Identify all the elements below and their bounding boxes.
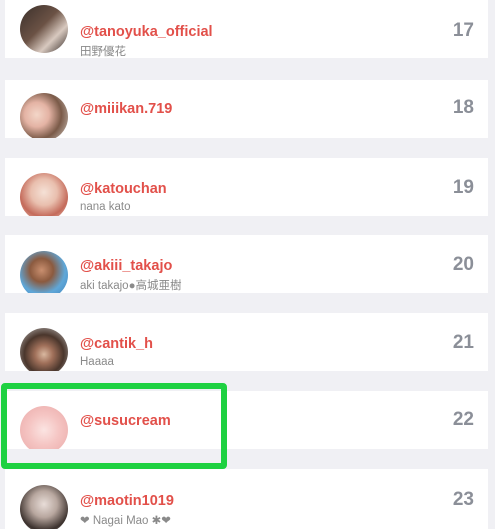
rank-number: 18 bbox=[452, 97, 474, 118]
list-item-20[interactable]: @akiii_takajo aki takajo●高城亜樹 20 bbox=[5, 235, 488, 293]
user-display-name: ❤ Nagai Mao ✱❤ bbox=[80, 515, 171, 527]
list-item-19[interactable]: @katouchan nana kato 19 bbox=[5, 158, 488, 216]
user-display-name: Haaaa bbox=[80, 356, 114, 368]
list-item-22[interactable]: @susucream 22 bbox=[5, 391, 488, 449]
user-handle[interactable]: @akiii_takajo bbox=[80, 258, 172, 274]
list-item-18[interactable]: @miiikan.719 18 bbox=[5, 80, 488, 138]
user-display-name: aki takajo●高城亜樹 bbox=[80, 280, 182, 292]
avatar bbox=[20, 5, 68, 53]
list-item-23[interactable]: @maotin1019 ❤ Nagai Mao ✱❤ 23 bbox=[5, 469, 488, 529]
avatar bbox=[20, 93, 68, 138]
avatar bbox=[20, 485, 68, 529]
user-handle[interactable]: @tanoyuka_official bbox=[80, 24, 213, 40]
user-handle[interactable]: @katouchan bbox=[80, 181, 167, 197]
user-handle[interactable]: @maotin1019 bbox=[80, 493, 174, 509]
user-handle[interactable]: @cantik_h bbox=[80, 336, 153, 352]
list-item-21[interactable]: @cantik_h Haaaa 21 bbox=[5, 313, 488, 371]
list-item-17[interactable]: @tanoyuka_official 田野優花 17 bbox=[5, 0, 488, 58]
rank-number: 17 bbox=[452, 20, 474, 41]
avatar bbox=[20, 406, 68, 449]
user-display-name: nana kato bbox=[80, 201, 131, 213]
avatar bbox=[20, 173, 68, 216]
rank-number: 22 bbox=[452, 409, 474, 430]
user-handle[interactable]: @miiikan.719 bbox=[80, 101, 172, 117]
rank-number: 20 bbox=[452, 254, 474, 275]
avatar bbox=[20, 328, 68, 371]
rank-number: 21 bbox=[452, 332, 474, 353]
avatar bbox=[20, 251, 68, 293]
user-handle[interactable]: @susucream bbox=[80, 413, 171, 429]
rank-number: 19 bbox=[452, 177, 474, 198]
user-display-name: 田野優花 bbox=[80, 46, 126, 58]
rank-number: 23 bbox=[452, 489, 474, 510]
